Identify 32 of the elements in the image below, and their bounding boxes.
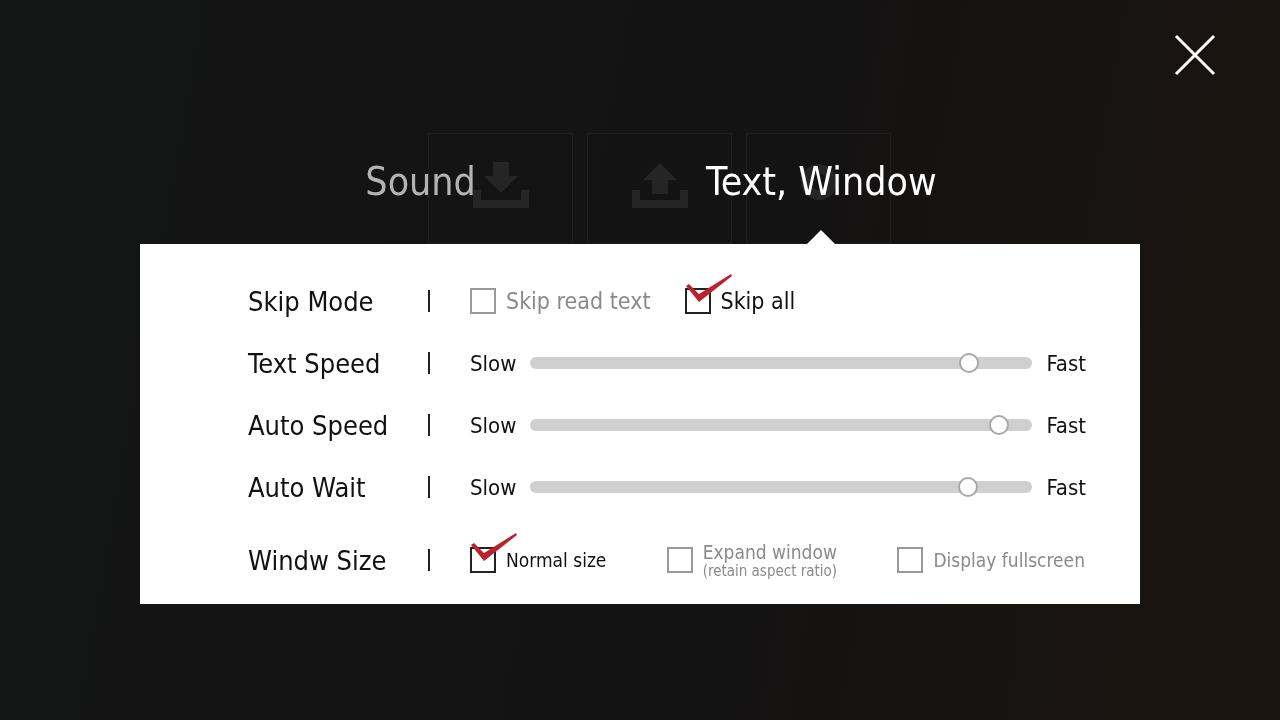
separator [428, 476, 430, 498]
checkbox[interactable] [666, 547, 693, 573]
setting-label: Auto Wait [248, 471, 367, 503]
slider-thumb[interactable] [988, 415, 1009, 435]
slider-thumb[interactable] [957, 477, 978, 497]
option-label: Normal size [506, 549, 607, 571]
separator [428, 352, 430, 374]
slider-min-label: Slow [470, 474, 517, 500]
slider-max-label: Fast [1046, 412, 1086, 438]
slider-min-label: Slow [470, 350, 517, 376]
option-label: Skip read text [506, 288, 651, 314]
option-label: Display fullscreen [933, 549, 1085, 571]
option-label: Expand window [702, 541, 837, 563]
setting-label: Skip Mode [248, 285, 375, 317]
slider-max-label: Fast [1046, 350, 1086, 376]
setting-label: Auto Speed [248, 409, 390, 441]
setting-label: Windw Size [248, 544, 388, 576]
separator [428, 549, 430, 571]
close-icon [1174, 34, 1216, 76]
setting-label: Text Speed [248, 347, 382, 379]
slider-max-label: Fast [1046, 474, 1086, 500]
checkbox[interactable] [470, 288, 496, 314]
slider-min-label: Slow [470, 412, 517, 438]
separator [428, 290, 430, 312]
option-note: (retain aspect ratio) [702, 563, 838, 579]
tab[interactable]: Text, Window [705, 154, 937, 210]
slider-thumb[interactable] [958, 353, 979, 373]
tab[interactable]: Sound [365, 154, 476, 210]
checkbox[interactable] [897, 547, 924, 573]
option-label: Skip all [720, 288, 796, 314]
close-button[interactable] [1172, 32, 1218, 78]
separator [428, 414, 430, 436]
